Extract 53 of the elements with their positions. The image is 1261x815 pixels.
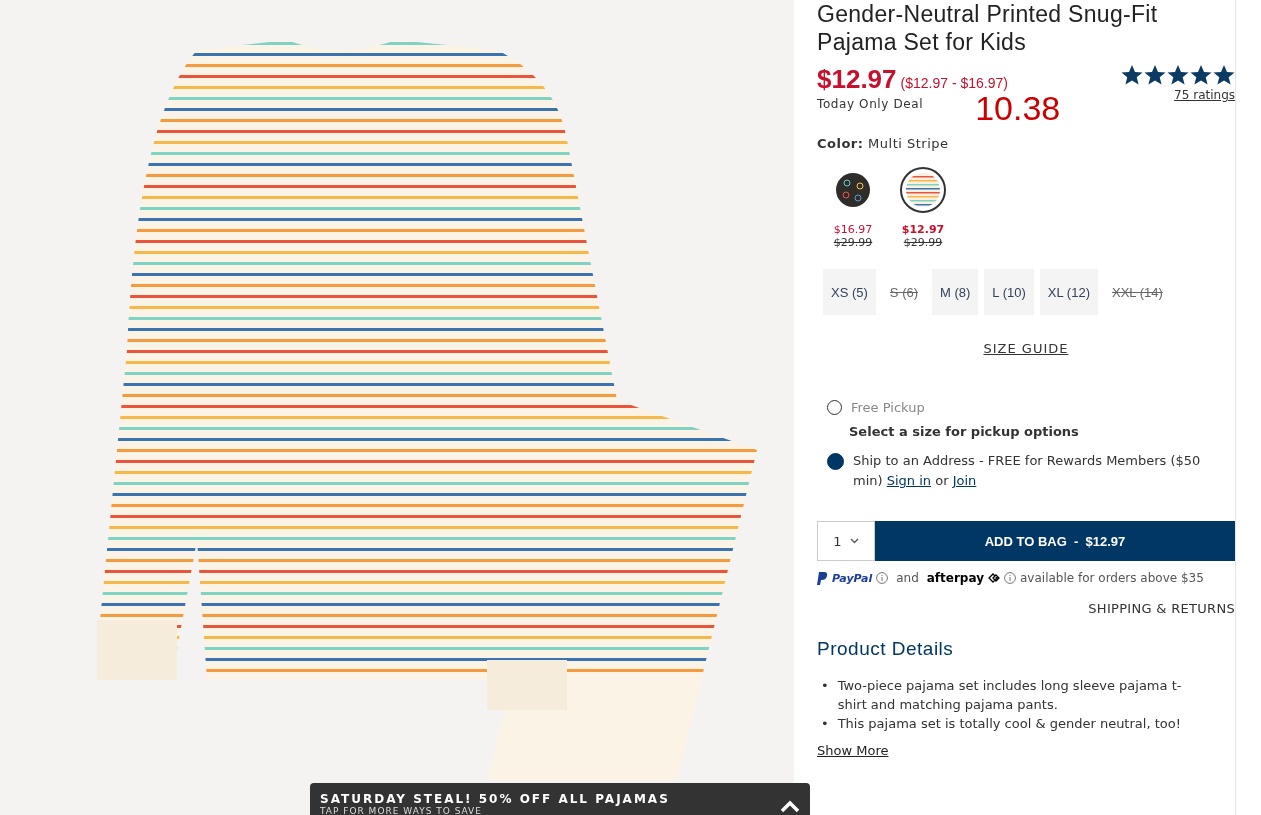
detail-bullet: This pajama set is totally cool & gender neutral, too! — [837, 715, 1181, 733]
info-icon[interactable] — [1004, 572, 1016, 584]
promo-subtitle: TAP FOR MORE WAYS TO SAVE — [320, 806, 483, 815]
quantity-select[interactable]: 1 — [817, 521, 875, 561]
star-icon — [1167, 64, 1189, 86]
and-text: and — [896, 571, 919, 585]
color-label: Color: Multi Stripe — [817, 136, 950, 151]
star-icon — [1144, 64, 1166, 86]
detail-bullet: Two-piece pajama set includes long sleeve pajama t-shirt and matching pajama pants. — [837, 677, 1183, 714]
size-option[interactable]: L (10) — [984, 269, 1034, 315]
size-guide-link[interactable]: SIZE GUIDE — [983, 341, 1069, 356]
star-icon — [1190, 64, 1212, 86]
details-heading: Product Details — [817, 638, 955, 660]
join-link[interactable]: Join — [952, 473, 977, 488]
size-option[interactable]: XS (5) — [823, 269, 876, 315]
star-icon — [1121, 64, 1143, 86]
radio-button[interactable] — [827, 453, 844, 470]
size-option[interactable]: S (6) — [881, 269, 926, 315]
price-range: ($12.97 - $16.97) — [900, 75, 1008, 91]
add-to-bag-button[interactable]: ADD TO BAG - $12.97 — [875, 521, 1235, 561]
size-option[interactable]: M (8) — [932, 269, 979, 315]
product-title: Gender-Neutral Printed Snug-Fit Pajama Set for Kids — [817, 0, 1159, 56]
paypal-logo: PayPal — [832, 571, 873, 585]
bullet-marker: • — [821, 677, 829, 695]
swatch-sale-price: $16.97 — [833, 223, 873, 236]
color-swatch[interactable] — [900, 167, 946, 213]
sign-in-link[interactable]: Sign in — [886, 473, 932, 488]
swatch-sale-price: $12.97 — [901, 223, 945, 236]
afterpay-arrows-icon — [988, 573, 1000, 583]
size-option[interactable]: XXL (14) — [1104, 269, 1171, 315]
print-swatch-icon — [836, 173, 870, 207]
fulfillment-option: Free Pickup — [851, 398, 925, 418]
afterpay-logo: afterpay — [926, 571, 984, 585]
swatch-original-price: $29.99 — [903, 236, 943, 249]
stripe-swatch-icon — [906, 173, 940, 207]
promo-banner[interactable]: SATURDAY STEAL! 50% OFF ALL PAJAMAS TAP FOR MORE WAYS TO SAVE — [310, 783, 810, 815]
payment-note: available for orders above $35 — [1020, 571, 1204, 585]
swatch-original-price: $29.99 — [833, 236, 873, 249]
promo-title: SATURDAY STEAL! 50% OFF ALL PAJAMAS — [320, 793, 670, 806]
paypal-logo-icon — [817, 571, 828, 585]
deal-label: Today Only Deal — [817, 97, 924, 113]
chevron-down-icon — [849, 538, 859, 544]
sale-price: $12.97 — [817, 64, 897, 94]
info-icon[interactable] — [876, 572, 889, 584]
chevron-up-icon — [780, 799, 800, 813]
size-option[interactable]: XL (12) — [1039, 269, 1098, 315]
star-icon — [1213, 64, 1235, 86]
shipping-returns-link[interactable]: SHIPPING & RETURNS — [1088, 601, 1235, 616]
ratings-link[interactable]: 75 ratings — [1121, 88, 1235, 102]
bullet-marker: • — [821, 715, 829, 733]
show-more-link[interactable]: Show More — [817, 743, 889, 758]
pickup-note: Select a size for pickup options — [849, 424, 1080, 439]
fulfillment-option: Ship to an Address - FREE for Rewards Members ($50 min) Sign in or Join — [853, 451, 1223, 491]
